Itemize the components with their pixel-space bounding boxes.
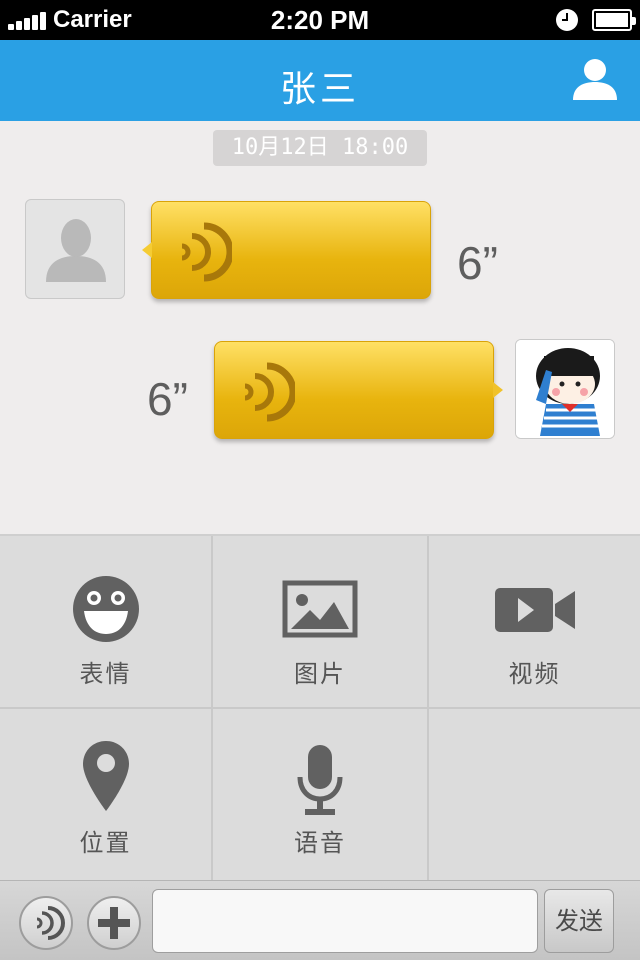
image-option-label: 图片: [294, 660, 346, 688]
emoji-option-label: 表情: [79, 660, 132, 688]
location-option-label: 位置: [79, 829, 132, 857]
plus-icon: [98, 907, 130, 939]
video-camera-icon: [494, 588, 575, 632]
timestamp-badge: 10月12日 18:00: [213, 130, 427, 166]
voice-wave-icon: [244, 362, 295, 422]
input-bar: 发送: [0, 880, 640, 960]
nav-bar: 张三: [0, 40, 640, 121]
message-input[interactable]: [152, 889, 538, 953]
default-avatar-icon: [46, 219, 106, 282]
battery-icon: [592, 9, 636, 31]
voice-duration: 6”: [147, 373, 188, 425]
person-icon: [573, 59, 617, 100]
cartoon-girl-avatar: [516, 340, 614, 438]
profile-button[interactable]: [570, 56, 620, 102]
status-time: 2:20 PM: [270, 5, 370, 35]
voice-message-bubble[interactable]: [142, 201, 431, 299]
location-pin-icon: [82, 741, 129, 811]
send-button[interactable]: 发送: [544, 889, 614, 953]
image-option[interactable]: 图片: [213, 536, 429, 709]
location-option[interactable]: 位置: [0, 709, 213, 882]
video-option[interactable]: 视频: [429, 536, 640, 709]
contact-name-title: 张三: [279, 69, 360, 110]
voice-mode-button[interactable]: [19, 896, 73, 950]
more-options-button[interactable]: [87, 896, 141, 950]
voice-message-bubble[interactable]: [214, 341, 503, 439]
video-option-label: 视频: [508, 660, 561, 688]
image-icon: [282, 580, 358, 638]
voice-duration: 6”: [457, 237, 498, 289]
emoji-option[interactable]: 表情: [0, 536, 213, 709]
voice-option-label: 语音: [294, 829, 346, 857]
microphone-icon: [297, 745, 343, 815]
status-bar: Carrier 2:20 PM: [0, 0, 640, 40]
smiley-icon: [72, 576, 139, 642]
contact-avatar[interactable]: [25, 199, 125, 299]
empty-cell: [429, 709, 640, 882]
voice-option[interactable]: 语音: [213, 709, 429, 882]
clock-icon: [556, 9, 578, 31]
attachment-panel: 表情 图片 视频 位置 语音: [0, 534, 640, 882]
voice-wave-icon: [36, 906, 65, 940]
my-avatar[interactable]: [515, 339, 615, 439]
voice-wave-icon: [181, 222, 232, 282]
